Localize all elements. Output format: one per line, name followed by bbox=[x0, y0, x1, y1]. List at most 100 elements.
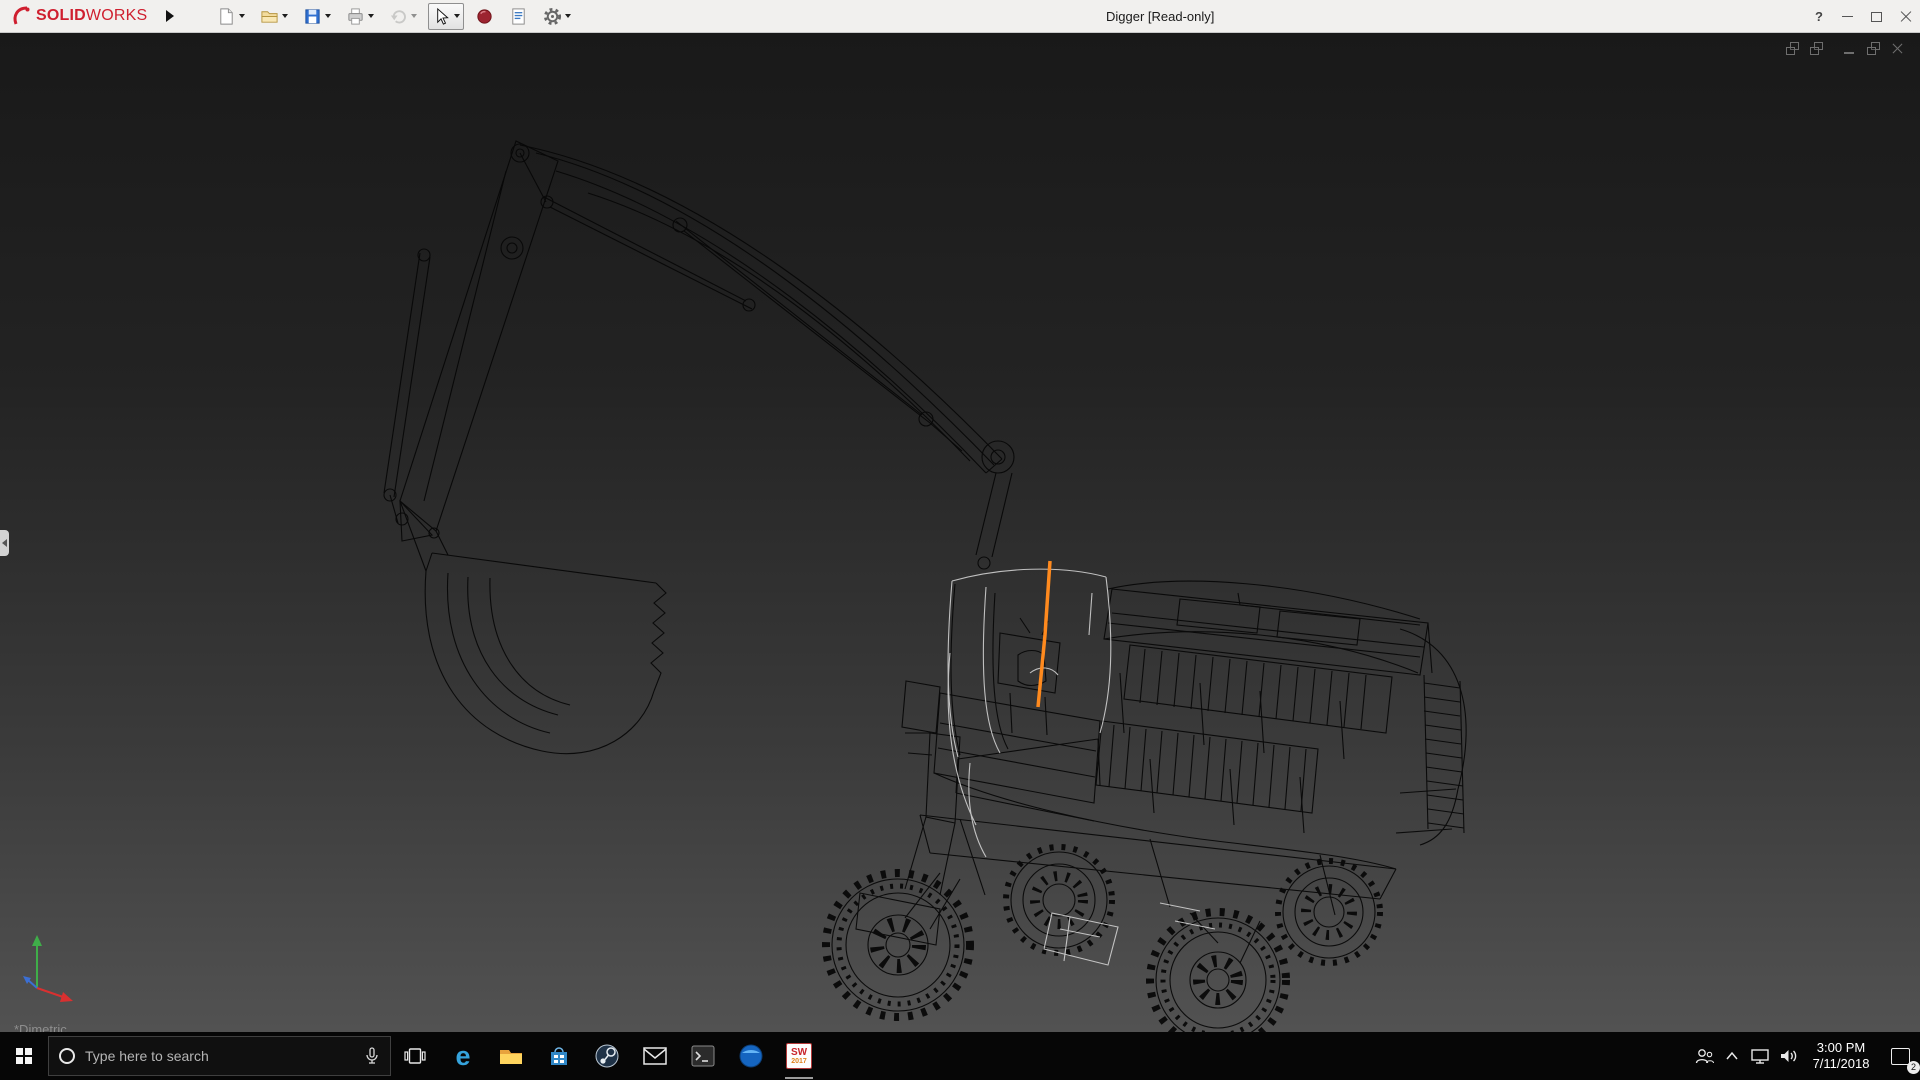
save-icon bbox=[303, 7, 322, 26]
gear-icon bbox=[543, 7, 562, 26]
notification-badge: 2 bbox=[1907, 1061, 1920, 1074]
wheel-rear-right bbox=[1278, 861, 1380, 963]
doc-close-icon[interactable] bbox=[1889, 41, 1906, 56]
save-button[interactable] bbox=[299, 3, 335, 30]
open-button[interactable] bbox=[256, 3, 292, 30]
taskbar-app-store[interactable] bbox=[535, 1032, 583, 1080]
start-button[interactable] bbox=[0, 1032, 48, 1080]
doc-new-window-icon[interactable] bbox=[1808, 41, 1825, 56]
taskbar-app-command-prompt[interactable] bbox=[679, 1032, 727, 1080]
running-app-indicator bbox=[785, 1077, 813, 1079]
steam-icon bbox=[594, 1043, 620, 1069]
print-icon bbox=[346, 7, 365, 26]
action-center-icon bbox=[1891, 1048, 1910, 1065]
minimize-button[interactable] bbox=[1833, 0, 1862, 33]
task-view-icon bbox=[404, 1045, 426, 1067]
dropdown-caret-icon[interactable] bbox=[411, 14, 417, 18]
windows-logo-icon bbox=[16, 1048, 32, 1064]
taskbar-app-file-explorer[interactable] bbox=[487, 1032, 535, 1080]
print-button[interactable] bbox=[342, 3, 378, 30]
cortana-icon bbox=[59, 1048, 75, 1064]
dropdown-caret-icon[interactable] bbox=[565, 14, 571, 18]
document-window-controls bbox=[1784, 41, 1906, 56]
selected-edge[interactable] bbox=[1038, 561, 1050, 707]
mail-icon bbox=[642, 1045, 668, 1067]
taskbar-app-edrawings[interactable] bbox=[727, 1032, 775, 1080]
taskbar-app-solidworks[interactable]: SW 2017 bbox=[775, 1032, 823, 1080]
open-folder-icon bbox=[260, 7, 279, 26]
options-button[interactable] bbox=[539, 3, 575, 30]
help-button[interactable]: ? bbox=[1805, 0, 1833, 33]
people-icon bbox=[1694, 1047, 1714, 1065]
view-orientation-label: *Dimetric bbox=[14, 1022, 67, 1032]
new-document-icon bbox=[217, 7, 236, 26]
dropdown-caret-icon[interactable] bbox=[239, 14, 245, 18]
titlebar: SOLIDWORKS bbox=[0, 0, 1920, 33]
volume-button[interactable] bbox=[1774, 1032, 1802, 1080]
screen: SOLIDWORKS bbox=[0, 0, 1920, 1080]
wheel-front-right bbox=[1150, 912, 1286, 1032]
taskbar-app-edge[interactable]: e bbox=[439, 1032, 487, 1080]
taskbar-search[interactable] bbox=[48, 1036, 391, 1076]
close-button[interactable] bbox=[1891, 0, 1920, 33]
hidden-icons-button[interactable] bbox=[1718, 1032, 1746, 1080]
speaker-icon bbox=[1778, 1047, 1798, 1065]
taskbar-clock[interactable]: 3:00 PM 7/11/2018 bbox=[1802, 1040, 1880, 1072]
orientation-triad[interactable] bbox=[20, 928, 82, 1006]
action-center-button[interactable]: 2 bbox=[1880, 1032, 1920, 1080]
solidworks-logo: SOLIDWORKS bbox=[10, 5, 147, 27]
file-properties-button[interactable] bbox=[505, 3, 532, 30]
search-input[interactable] bbox=[85, 1048, 354, 1064]
edge-icon: e bbox=[455, 1043, 470, 1070]
dropdown-caret-icon[interactable] bbox=[454, 14, 460, 18]
maximize-button[interactable] bbox=[1862, 0, 1891, 33]
doc-cascade-icon[interactable] bbox=[1784, 41, 1801, 56]
wheel-front-left bbox=[826, 873, 970, 1017]
doc-restore-icon[interactable] bbox=[1865, 41, 1882, 56]
microphone-icon[interactable] bbox=[364, 1047, 380, 1065]
wheel-rear-left bbox=[1006, 847, 1112, 953]
clock-time: 3:00 PM bbox=[1802, 1040, 1880, 1056]
people-button[interactable] bbox=[1690, 1032, 1718, 1080]
clock-date: 7/11/2018 bbox=[1802, 1056, 1880, 1072]
dropdown-caret-icon[interactable] bbox=[282, 14, 288, 18]
network-icon bbox=[1750, 1047, 1770, 1065]
select-tool-button[interactable] bbox=[428, 3, 464, 30]
main-toolbar bbox=[213, 3, 575, 30]
panel-collapse-tab[interactable] bbox=[0, 530, 9, 556]
file-properties-icon bbox=[509, 7, 528, 26]
solidworks-resources-button[interactable] bbox=[471, 3, 498, 30]
digger-wireframe bbox=[0, 33, 1920, 1032]
close-icon bbox=[1900, 11, 1912, 23]
new-document-button[interactable] bbox=[213, 3, 249, 30]
task-view-button[interactable] bbox=[391, 1032, 439, 1080]
chevron-up-icon bbox=[1725, 1051, 1739, 1061]
toolbar-expand-arrow[interactable] bbox=[163, 6, 177, 26]
solidworks-2017-icon: SW 2017 bbox=[786, 1043, 812, 1069]
dropdown-caret-icon[interactable] bbox=[325, 14, 331, 18]
window-title: Digger [Read-only] bbox=[1106, 0, 1214, 33]
select-arrow-icon bbox=[432, 7, 451, 26]
titlebar-controls: ? bbox=[1805, 0, 1920, 33]
ds-swoosh-icon bbox=[10, 5, 32, 27]
network-button[interactable] bbox=[1746, 1032, 1774, 1080]
dropdown-caret-icon[interactable] bbox=[368, 14, 374, 18]
minimize-icon bbox=[1842, 16, 1853, 17]
graphics-area[interactable]: *Dimetric bbox=[0, 33, 1920, 1032]
undo-button[interactable] bbox=[385, 3, 421, 30]
logo-text: SOLIDWORKS bbox=[36, 7, 147, 25]
doc-minimize-icon[interactable] bbox=[1841, 41, 1858, 56]
edrawings-sphere-icon bbox=[738, 1043, 764, 1069]
taskbar: e bbox=[0, 1032, 1920, 1080]
wireframe-dark bbox=[384, 141, 1466, 1032]
taskbar-app-steam[interactable] bbox=[583, 1032, 631, 1080]
file-explorer-icon bbox=[498, 1043, 524, 1069]
command-prompt-icon bbox=[690, 1043, 716, 1069]
store-bag-icon bbox=[547, 1044, 571, 1068]
undo-icon bbox=[389, 7, 408, 26]
taskbar-app-mail[interactable] bbox=[631, 1032, 679, 1080]
red-gem-icon bbox=[475, 7, 494, 26]
system-tray: 3:00 PM 7/11/2018 2 bbox=[1690, 1032, 1920, 1080]
chevron-left-icon bbox=[2, 539, 7, 547]
maximize-icon bbox=[1871, 12, 1882, 22]
